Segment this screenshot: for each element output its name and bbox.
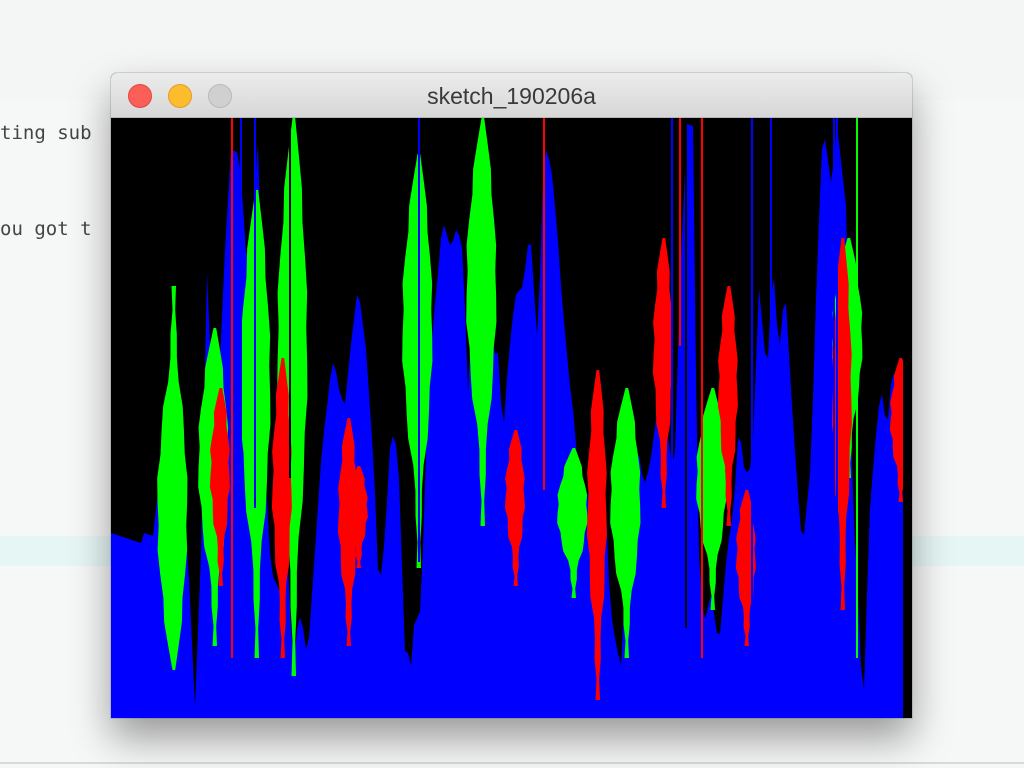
vertical-streak	[751, 118, 753, 670]
sketch-graphic	[111, 118, 912, 718]
vertical-streak	[240, 118, 242, 688]
window-title: sketch_190206a	[427, 83, 596, 109]
vertical-streak	[833, 118, 835, 526]
vertical-streak	[836, 118, 838, 568]
sketch-window[interactable]: sketch_190206a	[111, 73, 912, 718]
vertical-streak	[856, 118, 858, 658]
divider	[0, 762, 1024, 764]
vertical-streak	[770, 118, 772, 418]
window-titlebar[interactable]: sketch_190206a	[111, 73, 912, 118]
vertical-streak	[701, 118, 703, 658]
vertical-streak	[231, 118, 233, 658]
vertical-streak	[679, 118, 681, 346]
vertical-streak	[685, 118, 687, 628]
vertical-streak	[543, 118, 545, 490]
vertical-streak	[671, 118, 673, 478]
canvas-right-edge	[903, 118, 912, 718]
code-line: ting sub	[0, 122, 92, 144]
vertical-streak	[254, 118, 256, 508]
sketch-canvas[interactable]	[111, 118, 912, 718]
vertical-streak	[289, 118, 291, 478]
code-line: ou got t	[0, 218, 92, 240]
vertical-streak	[418, 118, 420, 562]
